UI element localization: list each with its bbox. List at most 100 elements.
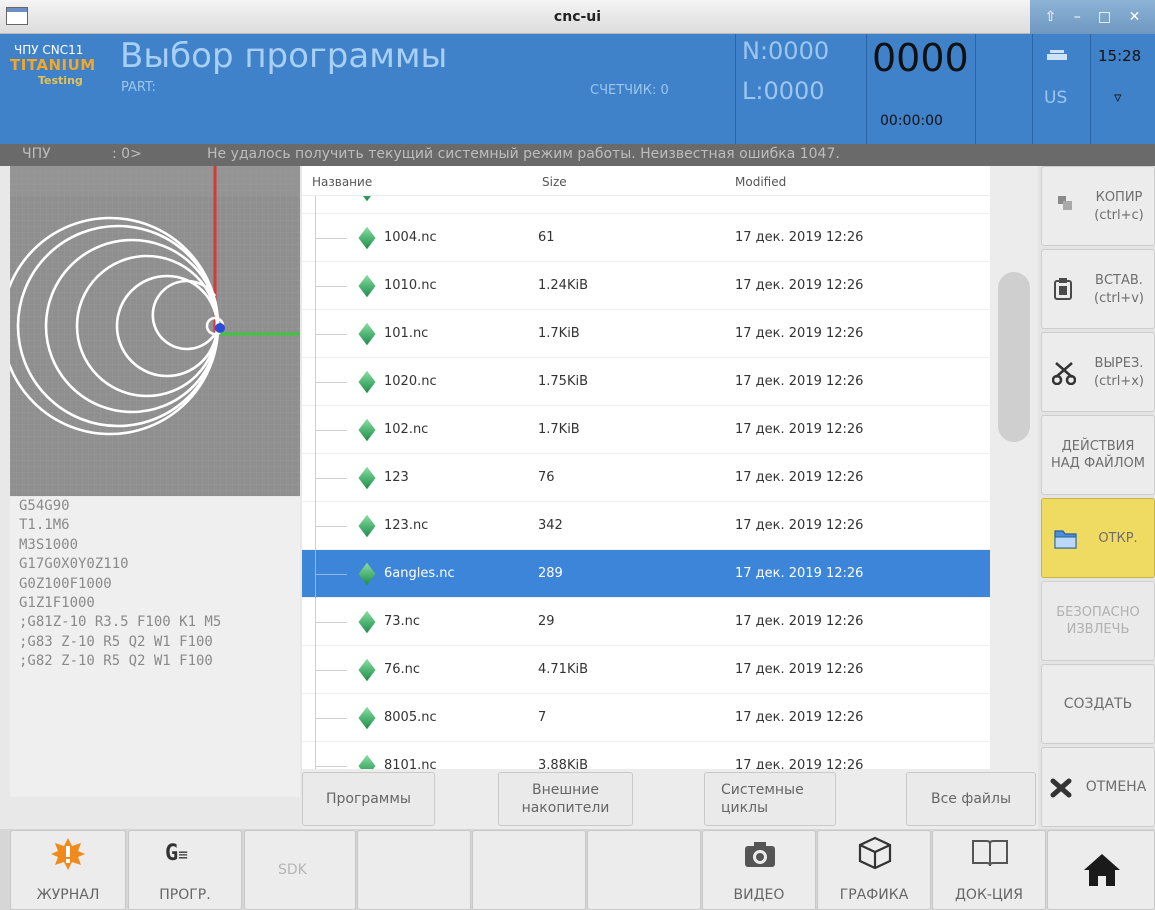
language-indicator[interactable]: US xyxy=(1044,88,1067,108)
toolpath-graphic xyxy=(10,166,300,496)
file-row[interactable]: 1010.nc 1.24KiB 17 дек. 2019 12:26 xyxy=(302,262,990,310)
file-modified: 17 дек. 2019 12:26 xyxy=(735,422,864,437)
nc-file-icon xyxy=(358,466,376,490)
tool-number: 0000 xyxy=(872,36,969,80)
nav-graphics-label: ГРАФИКА xyxy=(839,887,909,903)
filter-system-label-1: Системные xyxy=(721,782,804,798)
file-row[interactable]: 1020.nc 1.75KiB 17 дек. 2019 12:26 xyxy=(302,358,990,406)
line-number-n: N:0000 xyxy=(742,37,830,65)
scrollbar-track[interactable] xyxy=(990,166,1038,769)
file-row[interactable]: 102.nc 1.7KiB 17 дек. 2019 12:26 xyxy=(302,406,990,454)
tree-branch-line xyxy=(315,430,347,431)
tree-branch-line xyxy=(315,766,347,767)
header-divider xyxy=(1090,34,1091,144)
cancel-button[interactable]: ОТМЕНА xyxy=(1041,747,1155,827)
filter-system-cycles-button[interactable]: Системные циклы xyxy=(704,772,836,826)
tree-branch-line xyxy=(315,718,347,719)
copy-button[interactable]: КОПИР (ctrl+c) xyxy=(1041,166,1155,246)
line-number-l: L:0000 xyxy=(742,77,825,105)
nav-docs-button[interactable]: ДОК-ЦИЯ xyxy=(932,830,1046,910)
file-size: 289 xyxy=(538,566,563,581)
file-row[interactable]: 76.nc 4.71KiB 17 дек. 2019 12:26 xyxy=(302,646,990,694)
gcode-line: M3S1000 xyxy=(19,536,79,553)
maximize-icon[interactable]: □ xyxy=(1098,9,1111,25)
gcode-line: ;G81Z-10 R3.5 F100 K1 M5 xyxy=(19,614,222,631)
network-icon[interactable]: ▿ xyxy=(1114,88,1122,106)
cut-button[interactable]: ВЫРЕЗ. (ctrl+x) xyxy=(1041,332,1155,412)
filter-programs-button[interactable]: Программы xyxy=(302,772,435,826)
status-mode: ЧПУ xyxy=(22,146,51,162)
file-modified: 17 дек. 2019 12:26 xyxy=(735,278,864,293)
gcode-listing: G54G90 T1.1M6 M3S1000 G17G0X0Y0Z110 G0Z1… xyxy=(10,497,300,797)
file-size: 1.7KiB xyxy=(538,422,580,437)
filter-external-drives-button[interactable]: Внешние накопители xyxy=(498,772,633,826)
file-row[interactable]: 8101.nc 3.88KiB 17 дек. 2019 12:26 xyxy=(302,742,990,769)
file-modified: 17 дек. 2019 12:26 xyxy=(735,614,864,629)
file-name: 1010.nc xyxy=(384,278,437,293)
scrollbar-thumb[interactable] xyxy=(998,272,1030,442)
paste-button[interactable]: ВСТАВ. (ctrl+v) xyxy=(1041,249,1155,329)
file-modified: 17 дек. 2019 12:26 xyxy=(735,518,864,533)
file-list[interactable]: Название Size Modified 1001.nc8.59KiB17 … xyxy=(302,166,990,769)
file-list-header: Название Size Modified xyxy=(302,166,990,196)
open-button[interactable]: ОТКР. xyxy=(1041,498,1155,578)
gcode-line: G0Z100F1000 xyxy=(19,575,112,592)
nc-file-icon xyxy=(358,418,376,442)
status-bar: ЧПУ : 0> Не удалось получить текущий сис… xyxy=(0,144,1155,166)
keep-above-icon[interactable]: ⇧ xyxy=(1045,9,1057,25)
nav-journal-button[interactable]: ЖУРНАЛ xyxy=(10,830,126,910)
keyboard-icon[interactable] xyxy=(1046,49,1068,61)
file-row[interactable]: 8005.nc 7 17 дек. 2019 12:26 xyxy=(302,694,990,742)
file-size: 4.71KiB xyxy=(538,662,589,677)
tree-branch-line xyxy=(315,238,347,239)
file-name: 6angles.nc xyxy=(384,566,455,581)
file-row[interactable]: 101.nc 1.7KiB 17 дек. 2019 12:26 xyxy=(302,310,990,358)
header-divider xyxy=(735,34,736,144)
file-name: 123.nc xyxy=(384,518,429,533)
column-header-modified[interactable]: Modified xyxy=(735,175,786,189)
file-modified: 17 дек. 2019 12:26 xyxy=(735,326,864,341)
filter-all-files-button[interactable]: Все файлы xyxy=(906,772,1036,826)
file-modified: 17 дек. 2019 12:26 xyxy=(735,566,864,581)
create-button[interactable]: СОЗДАТЬ xyxy=(1041,664,1155,744)
brand-edition: Testing xyxy=(38,74,83,87)
nav-video-button[interactable]: ВИДЕО xyxy=(702,830,816,910)
cancel-label: ОТМЕНА xyxy=(1085,779,1147,795)
file-name: 123 xyxy=(384,470,409,485)
gcode-line: T1.1M6 xyxy=(19,517,70,534)
header-divider xyxy=(1032,34,1033,144)
column-header-name[interactable]: Название xyxy=(312,175,372,189)
paste-icon xyxy=(1054,278,1072,300)
file-row[interactable]: 1004.nc 61 17 дек. 2019 12:26 xyxy=(302,214,990,262)
nav-sdk-button[interactable]: SDK xyxy=(244,830,356,910)
file-row[interactable]: 123.nc 342 17 дек. 2019 12:26 xyxy=(302,502,990,550)
filter-all-files-label: Все файлы xyxy=(930,791,1011,807)
file-size: 7 xyxy=(538,710,547,725)
nav-graphics-button[interactable]: ГРАФИКА xyxy=(817,830,931,910)
nav-sdk-label: SDK xyxy=(278,862,307,878)
file-actions-button[interactable]: ДЕЙСТВИЯ НАД ФАЙЛОМ xyxy=(1041,415,1155,495)
nav-home-button[interactable] xyxy=(1047,830,1155,910)
counter-label: СЧЕТЧИК: 0 xyxy=(590,83,669,98)
tree-branch-line xyxy=(315,478,347,479)
paste-label: ВСТАВ. xyxy=(1095,273,1143,288)
close-icon[interactable]: ✕ xyxy=(1129,9,1141,25)
nc-file-icon xyxy=(358,370,376,394)
file-row[interactable]: 123 76 17 дек. 2019 12:26 xyxy=(302,454,990,502)
safe-eject-button[interactable]: БЕЗОПАСНО ИЗВЛЕЧЬ xyxy=(1041,581,1155,661)
elapsed-time: 00:00:00 xyxy=(880,113,943,129)
file-row[interactable]: 6angles.nc 289 17 дек. 2019 12:26 xyxy=(302,550,990,598)
file-row[interactable]: 73.nc 29 17 дек. 2019 12:26 xyxy=(302,598,990,646)
file-size: 3.88KiB xyxy=(538,758,589,769)
file-name: 8005.nc xyxy=(384,710,437,725)
nc-file-icon xyxy=(358,610,376,634)
nc-file-icon xyxy=(358,226,376,250)
file-size: 29 xyxy=(538,614,555,629)
minimize-icon[interactable]: – xyxy=(1074,9,1081,25)
nav-programs-button[interactable]: G≡ ПРОГР. xyxy=(128,830,242,910)
nav-docs-label: ДОК-ЦИЯ xyxy=(954,887,1024,903)
filter-programs-label: Программы xyxy=(326,791,411,807)
cube-icon xyxy=(858,836,892,870)
toolpath-preview xyxy=(10,166,300,496)
column-header-size[interactable]: Size xyxy=(542,175,567,189)
